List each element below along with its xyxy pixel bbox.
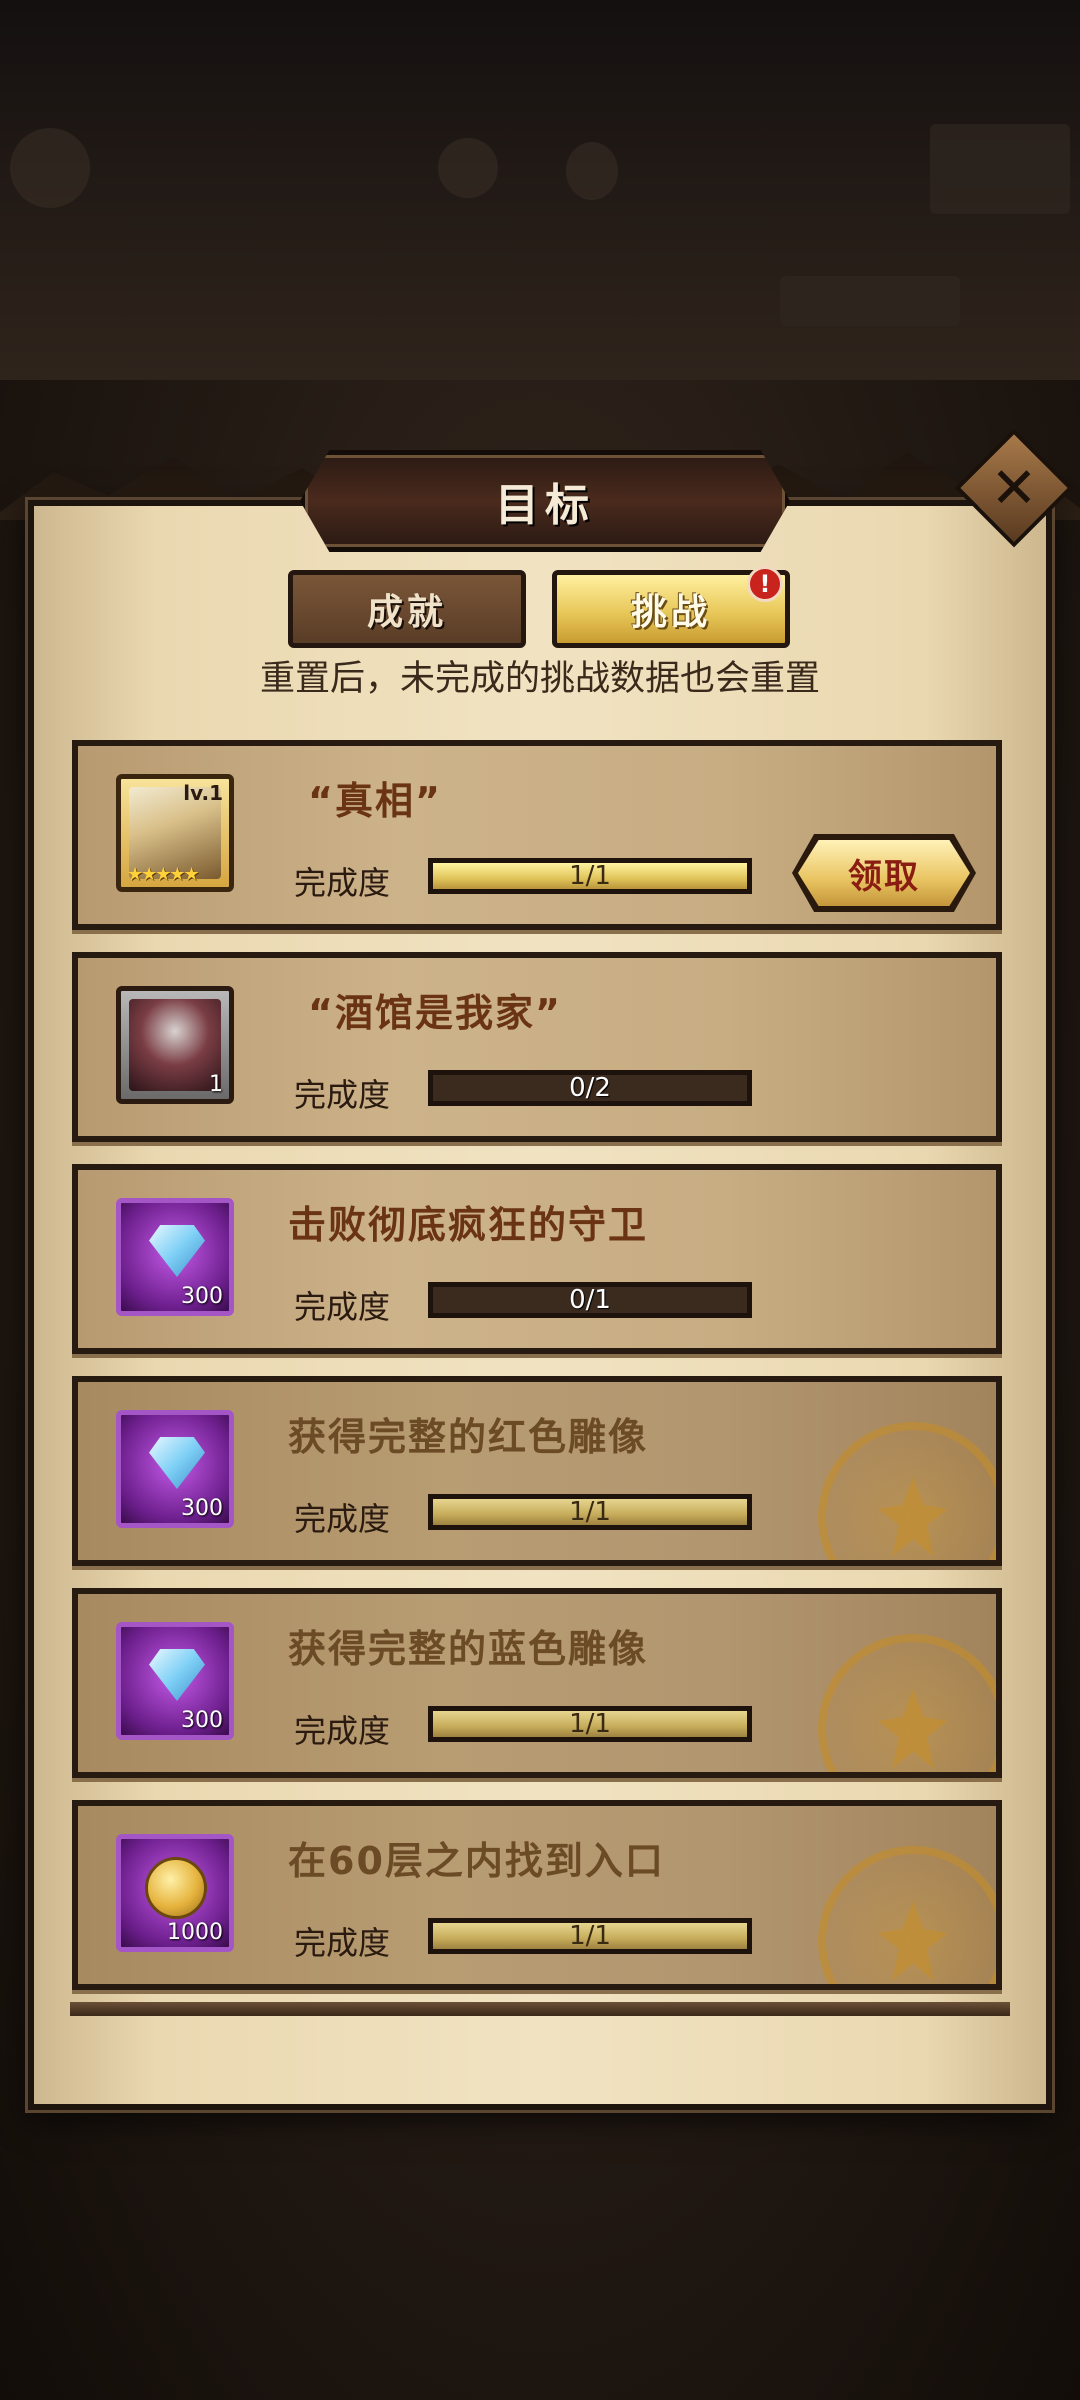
progress-text: 0/1	[569, 1285, 611, 1315]
tab-achievements[interactable]: 成就	[288, 570, 526, 648]
diamond-icon	[149, 1225, 205, 1277]
dialog-title: 目标	[495, 480, 595, 531]
completed-seal-icon	[818, 1634, 996, 1772]
challenge-row: 1 “酒馆是我家” 完成度 0/2	[72, 952, 1002, 1142]
seal-emblem-icon	[878, 1689, 948, 1769]
progress-bar: 1/1	[428, 1918, 752, 1954]
diamond-reward[interactable]: 300	[116, 1410, 234, 1528]
hero-portrait-icon[interactable]: 1	[116, 986, 234, 1104]
completed-seal-icon	[818, 1846, 996, 1984]
challenge-title: 获得完整的蓝色雕像	[288, 1627, 649, 1671]
hero-level: lv.1	[183, 781, 223, 805]
challenge-title: “真相”	[308, 779, 442, 823]
reward-quantity: 300	[181, 1708, 223, 1733]
progress-bar: 1/1	[428, 858, 752, 894]
gold-coin-reward[interactable]: 1000	[116, 1834, 234, 1952]
list-bottom-divider	[70, 2002, 1010, 2016]
challenge-title: 获得完整的红色雕像	[288, 1415, 649, 1459]
progress-label: 完成度	[294, 1076, 391, 1114]
seal-emblem-icon	[878, 1477, 948, 1557]
progress-label: 完成度	[294, 864, 391, 902]
alert-badge-icon: !	[747, 566, 783, 602]
reward-quantity: 300	[181, 1284, 223, 1309]
progress-label: 完成度	[294, 1712, 391, 1750]
background-gem-icon	[566, 142, 618, 200]
challenge-title: 在60层之内找到入口	[288, 1839, 665, 1883]
challenge-row: 1000 在60层之内找到入口 完成度 1/1	[72, 1800, 1002, 1990]
claim-button[interactable]: 领取	[798, 840, 970, 906]
challenge-row: 300 获得完整的蓝色雕像 完成度 1/1	[72, 1588, 1002, 1778]
background-label	[780, 276, 960, 326]
challenge-title: 击败彻底疯狂的守卫	[288, 1203, 649, 1247]
progress-text: 0/2	[569, 1073, 611, 1103]
progress-text: 1/1	[569, 1497, 611, 1527]
challenge-title: “酒馆是我家”	[308, 991, 562, 1035]
progress-bar: 1/1	[428, 1494, 752, 1530]
challenge-row: 300 获得完整的红色雕像 完成度 1/1	[72, 1376, 1002, 1566]
progress-text: 1/1	[569, 1709, 611, 1739]
diamond-icon	[149, 1649, 205, 1701]
hero-portrait-icon[interactable]: lv.1 ★★★★★	[116, 774, 234, 892]
completed-seal-icon	[818, 1422, 996, 1560]
background-coin-icon	[438, 138, 498, 198]
challenge-row: 300 击败彻底疯狂的守卫 完成度 0/1	[72, 1164, 1002, 1354]
diamond-reward[interactable]: 300	[116, 1622, 234, 1740]
reward-quantity: 1	[209, 1072, 223, 1097]
progress-label: 完成度	[294, 1500, 391, 1538]
seal-emblem-icon	[878, 1901, 948, 1981]
hero-portrait	[129, 999, 221, 1091]
diamond-reward[interactable]: 300	[116, 1198, 234, 1316]
progress-bar: 0/1	[428, 1282, 752, 1318]
reward-quantity: 1000	[167, 1920, 223, 1945]
progress-label: 完成度	[294, 1924, 391, 1962]
background-button	[930, 124, 1070, 214]
reward-quantity: 300	[181, 1496, 223, 1521]
gold-coin-icon	[145, 1857, 207, 1919]
dialog-title-plate: 目标	[300, 450, 790, 552]
diamond-icon	[149, 1437, 205, 1489]
background-menu-icon	[10, 128, 90, 208]
progress-text: 1/1	[569, 861, 611, 891]
progress-text: 1/1	[569, 1921, 611, 1951]
close-icon[interactable]: ✕	[972, 446, 1056, 530]
reset-notice: 重置后，未完成的挑战数据也会重置	[259, 659, 820, 699]
progress-bar: 1/1	[428, 1706, 752, 1742]
progress-label: 完成度	[294, 1288, 391, 1326]
progress-bar: 0/2	[428, 1070, 752, 1106]
challenge-row: lv.1 ★★★★★ “真相” 完成度 1/1 领取	[72, 740, 1002, 930]
hero-stars: ★★★★★	[127, 864, 200, 885]
